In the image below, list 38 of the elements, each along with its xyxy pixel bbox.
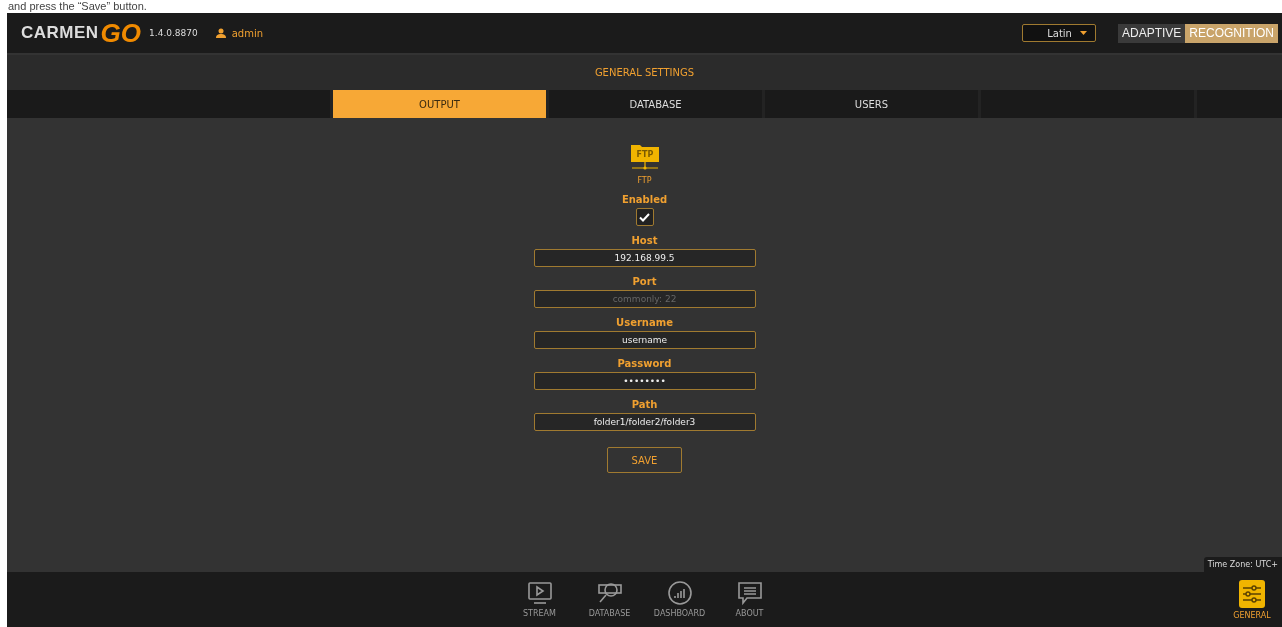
nav-item[interactable]: STREAM — [511, 580, 568, 627]
input-field[interactable]: folder1/folder2/folder3 — [533, 413, 756, 431]
version-label: 1.4.0.8870 — [149, 28, 198, 38]
field-label: Enabled — [621, 194, 668, 205]
save-button[interactable]: SAVE — [607, 447, 682, 473]
caret-icon — [1079, 31, 1087, 35]
field-label: Password — [617, 358, 672, 369]
nav-item[interactable]: DATABASE — [581, 580, 638, 627]
field-label: Host — [631, 235, 658, 246]
field-label: Path — [631, 399, 658, 410]
gauge-chart-icon — [666, 580, 693, 606]
enabled-checkbox[interactable] — [635, 208, 654, 226]
checkmark-icon — [639, 212, 650, 222]
monitor-play-icon — [526, 580, 553, 606]
language-select[interactable]: Latin — [1021, 24, 1096, 42]
tab[interactable]: OUTPUT — [333, 90, 546, 118]
field-label: Port — [632, 276, 657, 287]
nav-item[interactable]: ABOUT — [721, 580, 778, 627]
field-label: Username — [616, 317, 673, 328]
user-icon — [215, 28, 226, 38]
logo-text: CARMEN — [21, 23, 99, 43]
input-field[interactable]: 192.168.99.5 — [533, 249, 756, 267]
document-caption: and press the “Save” button. — [7, 0, 148, 13]
sliders-icon — [1242, 584, 1262, 604]
time-zone-label: Time Zone: UTC+ — [1203, 557, 1282, 572]
nav-item[interactable]: GENERAL — [1224, 580, 1280, 620]
brand-logo: ADAPTIVE RECOGNITION — [1117, 23, 1278, 43]
input-field[interactable]: •••••••• — [533, 372, 756, 390]
ftp-caption: FTP — [637, 176, 652, 185]
tab[interactable]: DATABASE — [549, 90, 762, 118]
input-field[interactable]: commonly: 22 — [533, 290, 756, 308]
user-link[interactable]: admin — [215, 27, 264, 39]
logo-accent: GO — [100, 17, 142, 49]
tab[interactable]: USERS — [765, 90, 978, 118]
page-title: GENERAL SETTINGS — [594, 67, 695, 78]
nav-item[interactable]: DASHBOARD — [651, 580, 708, 627]
chat-message-icon — [736, 580, 763, 606]
input-field[interactable]: username — [533, 331, 756, 349]
